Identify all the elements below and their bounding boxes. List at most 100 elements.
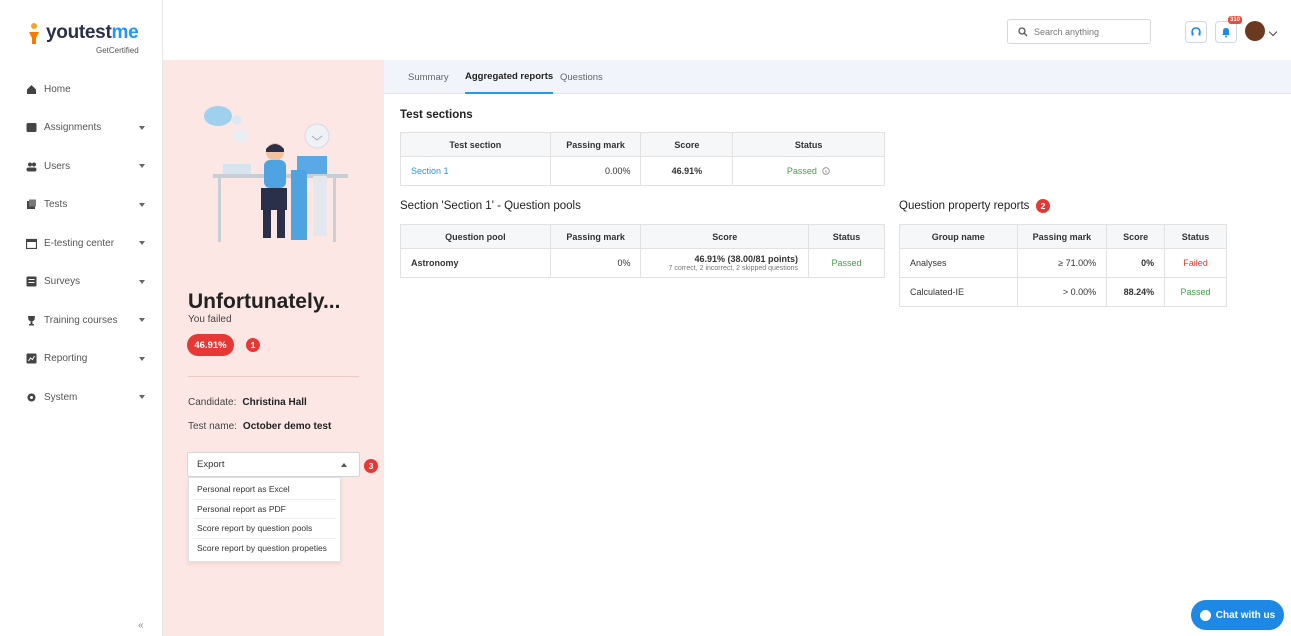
annotation-marker-2: 2: [1036, 199, 1050, 213]
chevron-up-icon: [341, 463, 347, 467]
notifications-button[interactable]: 310: [1215, 16, 1242, 43]
sidebar-item-tests[interactable]: Tests: [0, 186, 163, 225]
calendar-icon: [26, 238, 37, 249]
logo-pin-icon: [29, 23, 39, 44]
sidebar-item-users[interactable]: Users: [0, 147, 163, 186]
score-cell: 46.91% (38.00/81 points) 7 correct, 2 in…: [640, 248, 810, 278]
score-value: 46.91% (38.00/81 points): [694, 254, 799, 264]
table-row: Calculated-IE > 0.00% 88.24% Passed: [899, 277, 1227, 307]
column-header: Passing mark: [549, 132, 642, 157]
support-button[interactable]: [1185, 21, 1207, 43]
table-header-row: Question pool Passing mark Score Status: [400, 224, 885, 249]
status-cell: Passed: [808, 248, 885, 278]
score-badge: 46.91%: [187, 334, 234, 356]
passing-mark-cell: ≥ 71.00%: [1016, 248, 1108, 278]
headset-icon: [1191, 27, 1201, 36]
column-header: Test section: [400, 132, 551, 157]
sidebar-item-label: Training courses: [44, 314, 118, 326]
chat-with-us-button[interactable]: Chat with us: [1191, 600, 1284, 630]
question-pools-title: Section 'Section 1' - Question pools: [400, 200, 581, 212]
sidebar-item-assignments[interactable]: Assignments: [0, 109, 163, 148]
passing-mark-cell: 0%: [549, 248, 642, 278]
export-option-pdf[interactable]: Personal report as PDF: [193, 500, 336, 519]
divider: [188, 376, 359, 377]
home-icon: [26, 84, 37, 95]
score-cell: 88.24%: [1106, 277, 1166, 307]
annotation-marker-1: 1: [246, 338, 260, 352]
table-header-row: Test section Passing mark Score Status: [400, 132, 885, 157]
sidebar-collapse-button[interactable]: «: [138, 620, 144, 631]
users-icon: [26, 161, 37, 172]
brand-logo[interactable]: youtestme GetCertified: [24, 16, 154, 56]
export-dropdown[interactable]: Export: [187, 452, 360, 477]
column-header: Status: [1164, 224, 1227, 249]
search-placeholder: Search anything: [1034, 26, 1100, 37]
search-input[interactable]: Search anything: [1007, 19, 1151, 44]
table-row: Astronomy 0% 46.91% (38.00/81 points) 7 …: [400, 248, 885, 278]
status-text: Passed: [786, 166, 817, 176]
chat-label: Chat with us: [1215, 609, 1276, 621]
result-headline: Unfortunately...: [188, 290, 341, 313]
property-reports-table: Group name Passing mark Score Status Ana…: [899, 224, 1227, 307]
sidebar-item-training-courses[interactable]: Training courses: [0, 301, 163, 340]
sidebar-item-label: Home: [44, 83, 71, 95]
annotation-marker-3: 3: [364, 459, 378, 473]
candidate-value: Christina Hall: [242, 397, 307, 408]
gear-icon: [26, 392, 37, 403]
sidebar-item-reporting[interactable]: Reporting: [0, 340, 163, 379]
question-pools-table: Question pool Passing mark Score Status …: [400, 224, 885, 278]
property-reports-title: Question property reports: [899, 200, 1030, 212]
chevron-down-icon: [139, 202, 145, 207]
bell-icon: [1222, 28, 1230, 38]
chevron-down-icon: [139, 356, 145, 361]
column-header: Score: [640, 224, 810, 249]
status-cell: Passed: [1164, 277, 1227, 307]
chevron-down-icon[interactable]: [1268, 27, 1278, 37]
export-option-question-properties[interactable]: Score report by question propeties: [193, 539, 336, 559]
tab-aggregated-reports[interactable]: Aggregated reports: [465, 60, 554, 94]
section-link[interactable]: Section 1: [400, 156, 551, 186]
sidebar-item-system[interactable]: System: [0, 378, 163, 417]
report-tabs: Summary Aggregated reports Questions: [384, 60, 1291, 94]
brand-name: youtestme: [46, 22, 139, 43]
tab-questions[interactable]: Questions: [560, 60, 603, 94]
chevron-down-icon: [139, 125, 145, 130]
table-row: Analyses ≥ 71.00% 0% Failed: [899, 248, 1227, 278]
sidebar-item-label: Reporting: [44, 353, 88, 365]
export-menu: Personal report as Excel Personal report…: [188, 477, 341, 562]
trophy-icon: [26, 315, 37, 326]
column-header: Score: [640, 132, 734, 157]
sidebar-item-label: Assignments: [44, 122, 102, 134]
sidebar: youtestme GetCertified Home Assignments …: [0, 0, 163, 636]
info-icon[interactable]: [822, 167, 831, 175]
candidate-row: Candidate: Christina Hall: [188, 397, 307, 408]
column-header: Passing mark: [549, 224, 642, 249]
passing-mark-cell: 0.00%: [549, 156, 642, 186]
tab-summary[interactable]: Summary: [408, 60, 449, 94]
export-label: Export: [197, 459, 225, 470]
notification-count-badge: 310: [1227, 16, 1242, 24]
chevron-down-icon: [139, 318, 145, 323]
column-header: Passing mark: [1016, 224, 1108, 249]
sidebar-item-home[interactable]: Home: [0, 70, 163, 109]
column-header: Question pool: [400, 224, 551, 249]
score-detail: 7 correct, 2 incorrect, 2 skipped questi…: [668, 265, 799, 272]
tests-icon: [26, 199, 37, 210]
search-icon: [1018, 26, 1028, 36]
result-status-text: You failed: [188, 314, 232, 325]
chevron-down-icon: [139, 395, 145, 400]
sidebar-item-surveys[interactable]: Surveys: [0, 263, 163, 302]
test-sections-title: Test sections: [400, 109, 473, 121]
column-header: Group name: [899, 224, 1018, 249]
test-name-value: October demo test: [242, 421, 332, 432]
score-cell: 46.91%: [640, 156, 734, 186]
reporting-icon: [26, 353, 37, 364]
table-header-row: Group name Passing mark Score Status: [899, 224, 1227, 249]
test-name-label: Test name:: [188, 421, 237, 432]
chevron-down-icon: [139, 241, 145, 246]
avatar[interactable]: [1245, 21, 1265, 41]
export-option-excel[interactable]: Personal report as Excel: [193, 480, 336, 500]
sidebar-item-e-testing-center[interactable]: E-testing center: [0, 224, 163, 263]
passing-mark-cell: > 0.00%: [1016, 277, 1108, 307]
export-option-question-pools[interactable]: Score report by question pools: [193, 519, 336, 539]
